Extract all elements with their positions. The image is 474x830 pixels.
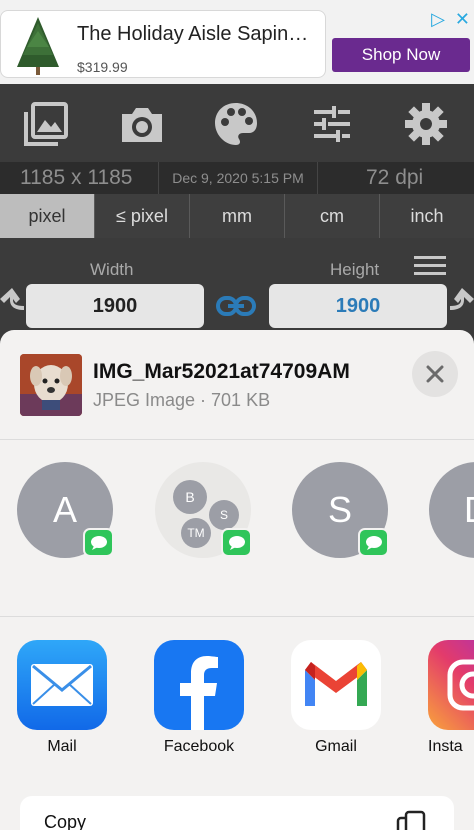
contact-s[interactable]: S bbox=[292, 462, 389, 558]
app-label: Facebook bbox=[163, 738, 235, 755]
app-label: Insta bbox=[428, 738, 463, 755]
group-member-initial: B bbox=[173, 480, 207, 514]
close-icon bbox=[426, 365, 444, 383]
message-icon bbox=[221, 528, 252, 557]
shop-now-button[interactable]: Shop Now bbox=[332, 38, 470, 72]
instagram-icon bbox=[428, 640, 474, 730]
ad-title[interactable]: The Holiday Aisle Sapin… bbox=[77, 23, 321, 46]
palette-icon[interactable] bbox=[212, 100, 260, 148]
tab-cm[interactable]: cm bbox=[285, 194, 380, 238]
contact-a[interactable]: A bbox=[17, 462, 114, 558]
height-label: Height bbox=[330, 260, 380, 279]
unit-tabs: pixel ≤ pixel mm cm inch bbox=[0, 194, 474, 238]
share-app-gmail[interactable]: Gmail bbox=[291, 640, 383, 756]
ad-card[interactable]: The Holiday Aisle Sapin… $319.99 bbox=[0, 10, 326, 78]
file-info: JPEG Image · 701 KB bbox=[93, 390, 271, 410]
ad-price: $319.99 bbox=[77, 59, 128, 75]
action-label: Copy bbox=[44, 812, 87, 830]
tab-pixel[interactable]: pixel bbox=[0, 194, 95, 238]
share-app-facebook[interactable]: Facebook bbox=[154, 640, 246, 756]
width-label: Width bbox=[90, 260, 134, 279]
dog-photo-image bbox=[20, 354, 82, 416]
image-dimensions: 1185 x 1185 bbox=[20, 166, 133, 189]
menu-icon[interactable] bbox=[414, 254, 446, 278]
share-app-instagram[interactable]: Insta bbox=[428, 640, 474, 756]
height-input[interactable]: 1900 bbox=[269, 284, 447, 328]
group-member-initial: S bbox=[209, 500, 239, 530]
close-icon[interactable]: ✕ bbox=[455, 10, 470, 28]
contact-d[interactable]: D bbox=[429, 462, 474, 558]
size-panel: Width Height 1900 1900 bbox=[0, 238, 474, 338]
mail-icon bbox=[17, 640, 107, 730]
tab-mm[interactable]: mm bbox=[190, 194, 285, 238]
width-input[interactable]: 1900 bbox=[26, 284, 204, 328]
app-label: Gmail bbox=[315, 738, 357, 755]
sliders-icon[interactable] bbox=[308, 100, 356, 148]
share-app-mail[interactable]: Mail bbox=[17, 640, 109, 756]
gear-icon[interactable] bbox=[402, 100, 450, 148]
copy-action-row[interactable]: Copy bbox=[20, 796, 454, 830]
share-sheet: IMG_Mar52021at74709AM JPEG Image · 701 K… bbox=[0, 330, 474, 830]
redo-arrow-icon[interactable] bbox=[450, 288, 474, 318]
facebook-icon bbox=[154, 640, 244, 730]
divider bbox=[0, 439, 474, 440]
adchoices-icon[interactable]: ▷ bbox=[431, 10, 445, 28]
ad-banner[interactable]: The Holiday Aisle Sapin… $319.99 ▷ ✕ Sho… bbox=[0, 0, 474, 84]
copy-icon bbox=[396, 810, 426, 830]
gallery-icon[interactable] bbox=[22, 100, 70, 148]
group-member-initial: TM bbox=[181, 518, 211, 548]
undo-arrow-icon[interactable] bbox=[0, 288, 24, 318]
camera-icon[interactable] bbox=[118, 100, 166, 148]
image-dpi[interactable]: 72 dpi bbox=[366, 166, 423, 190]
christmas-tree-image bbox=[17, 17, 59, 75]
contact-group[interactable]: B S TM bbox=[155, 462, 252, 558]
link-icon[interactable] bbox=[216, 292, 256, 320]
gmail-icon bbox=[291, 640, 381, 730]
image-date: Dec 9, 2020 5:15 PM bbox=[158, 162, 318, 194]
message-icon bbox=[358, 528, 389, 557]
file-name: IMG_Mar52021at74709AM bbox=[93, 360, 350, 383]
toolbar bbox=[0, 84, 474, 162]
file-thumbnail bbox=[20, 354, 82, 416]
app-label: Mail bbox=[47, 738, 77, 755]
tab-max-pixel[interactable]: ≤ pixel bbox=[95, 194, 190, 238]
divider bbox=[0, 616, 474, 617]
contact-initial: D bbox=[429, 462, 474, 558]
close-button[interactable] bbox=[412, 351, 458, 397]
tab-inch[interactable]: inch bbox=[380, 194, 474, 238]
message-icon bbox=[83, 528, 114, 557]
image-info-bar: 1185 x 1185 Dec 9, 2020 5:15 PM 72 dpi bbox=[0, 162, 474, 194]
